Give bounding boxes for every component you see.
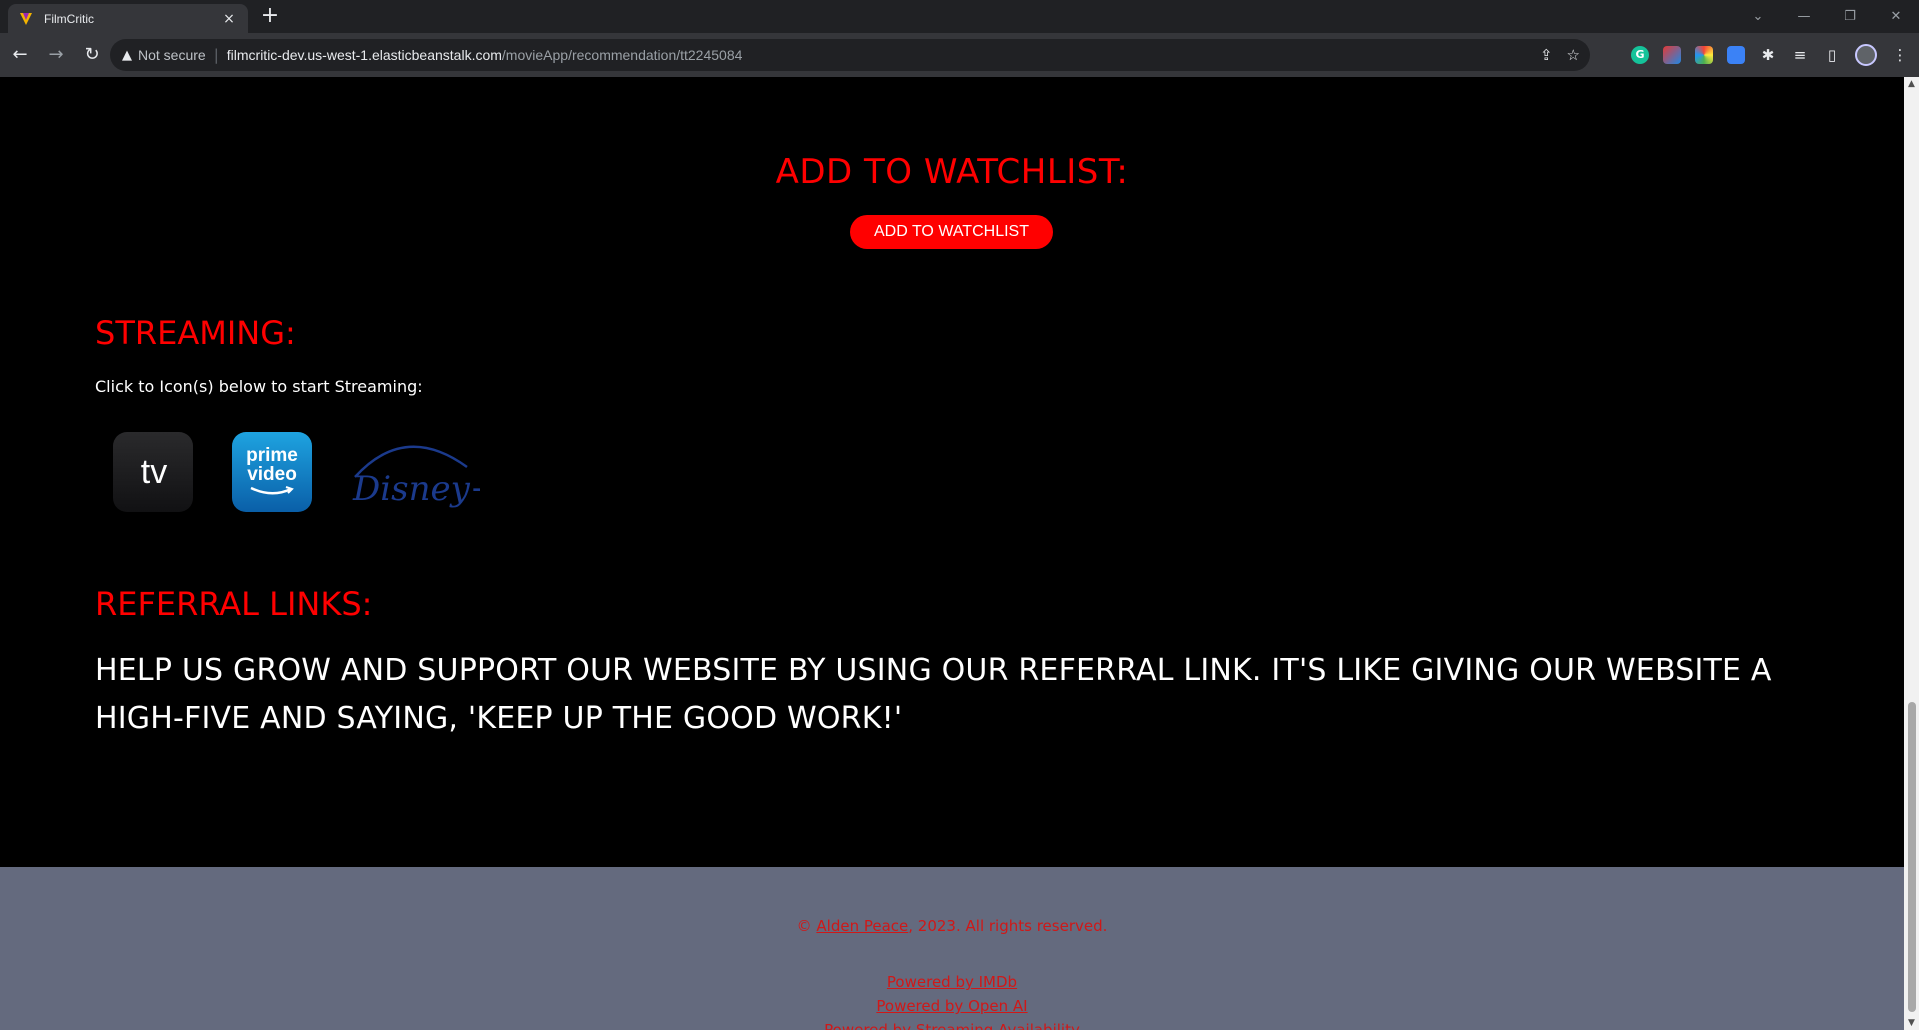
minimize-icon[interactable]: — [1781, 9, 1827, 24]
disney-plus-icon[interactable]: Disney+ [345, 432, 480, 512]
copyright-line: © Alden Peace, 2023. All rights reserved… [0, 917, 1904, 935]
powered-by-openai-link[interactable]: Powered by Open AI [876, 997, 1027, 1015]
scroll-down-icon[interactable]: ▼ [1904, 1016, 1919, 1030]
streaming-subtitle: Click to Icon(s) below to start Streamin… [95, 377, 423, 396]
warning-icon[interactable]: ▲ [122, 48, 132, 63]
browser-toolbar: ← → ↻ ▲ Not secure | filmcritic-dev.us-w… [0, 33, 1919, 77]
footer: © Alden Peace, 2023. All rights reserved… [0, 867, 1904, 1030]
powered-by-streaming-link[interactable]: Powered by Streaming Availability [824, 1021, 1080, 1030]
bookmark-star-icon[interactable]: ☆ [1567, 46, 1580, 64]
url-host[interactable]: filmcritic-dev.us-west-1.elasticbeanstal… [227, 47, 502, 63]
referral-heading: REFERRAL LINKS: [95, 585, 373, 623]
apple-tv-label: tv [140, 452, 168, 491]
omnibox-actions: ⇪ ☆ [1540, 39, 1580, 71]
browser-tab[interactable]: FilmCritic × [8, 4, 248, 33]
media-queue-icon[interactable]: ≡ [1791, 46, 1809, 64]
forward-icon[interactable]: → [40, 39, 72, 71]
window-controls: ⌄ — ❐ ✕ [1735, 0, 1919, 33]
prime-label: prime [246, 445, 298, 466]
grammarly-icon[interactable]: G [1631, 46, 1649, 64]
address-bar[interactable]: ▲ Not secure | filmcritic-dev.us-west-1.… [110, 39, 1590, 71]
reload-icon[interactable]: ↻ [76, 39, 108, 71]
side-panel-icon[interactable]: ▯ [1823, 46, 1841, 64]
omnibox-divider: | [213, 46, 219, 64]
browser-menu-icon[interactable]: ⋮ [1891, 46, 1909, 64]
extensions-area: G ✱ ≡ ▯ ⋮ [1631, 39, 1909, 71]
scrollbar-thumb[interactable] [1908, 702, 1916, 1012]
back-icon[interactable]: ← [4, 39, 36, 71]
url-path[interactable]: /movieApp/recommendation/tt2245084 [502, 47, 742, 63]
tab-close-icon[interactable]: × [220, 11, 238, 27]
watchlist-heading: ADD TO WATCHLIST: [775, 152, 1129, 192]
not-secure-label[interactable]: Not secure [138, 47, 206, 63]
new-tab-button[interactable]: + [258, 5, 282, 29]
prime-video-icon[interactable]: prime video [232, 432, 312, 512]
video-label: video [247, 464, 297, 485]
page-viewport: ADD TO WATCHLIST: ADD TO WATCHLIST STREA… [0, 77, 1904, 1030]
add-to-watchlist-button[interactable]: ADD TO WATCHLIST [850, 215, 1053, 249]
apple-tv-icon[interactable]: tv [113, 432, 193, 512]
streaming-heading: STREAMING: [95, 314, 296, 352]
page-scrollbar[interactable]: ▲ ▼ [1904, 77, 1919, 1030]
profile-avatar[interactable] [1855, 44, 1877, 66]
amazon-smile-icon [250, 486, 294, 495]
color-picker-icon[interactable] [1695, 46, 1713, 64]
tab-title: FilmCritic [44, 11, 94, 26]
extension-blue-icon[interactable] [1727, 46, 1745, 64]
extensions-puzzle-icon[interactable]: ✱ [1759, 46, 1777, 64]
copyright-prefix: © [796, 917, 817, 935]
author-link[interactable]: Alden Peace [816, 917, 908, 935]
share-icon[interactable]: ⇪ [1540, 46, 1553, 64]
referral-text: HELP US GROW AND SUPPORT OUR WEBSITE BY … [95, 653, 1772, 736]
scroll-up-icon[interactable]: ▲ [1904, 77, 1919, 91]
browser-tabstrip: FilmCritic × + ⌄ — ❐ ✕ [0, 0, 1919, 33]
copyright-suffix: , 2023. All rights reserved. [908, 917, 1108, 935]
disney-plus-label: Disney+ [352, 469, 480, 509]
restore-icon[interactable]: ❐ [1827, 9, 1873, 24]
tab-search-icon[interactable]: ⌄ [1735, 9, 1781, 24]
close-window-icon[interactable]: ✕ [1873, 9, 1919, 24]
powered-by-imdb-link[interactable]: Powered by IMDb [887, 973, 1017, 991]
filmcritic-favicon-icon [20, 12, 32, 25]
extension-red-icon[interactable] [1663, 46, 1681, 64]
